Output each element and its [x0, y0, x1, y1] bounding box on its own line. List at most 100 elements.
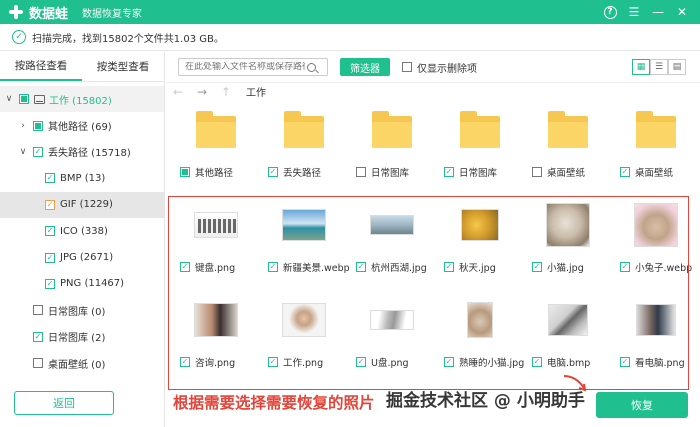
chevron-down-icon[interactable]: ∨: [18, 147, 28, 157]
detail-view-icon[interactable]: ▤: [668, 59, 686, 75]
file-item[interactable]: ✓ 小猫.jpg: [524, 195, 612, 277]
tab-by-path[interactable]: 按路径查看: [0, 52, 82, 81]
file-thumbnail: [612, 100, 700, 160]
file-checkbox[interactable]: ✓: [180, 357, 190, 367]
help-button[interactable]: ?: [598, 0, 622, 24]
back-arrow-icon[interactable]: ←: [166, 85, 190, 99]
file-name: 秋天.jpg: [459, 263, 496, 274]
file-item[interactable]: ✓ 电脑.bmp: [524, 290, 612, 372]
file-checkbox[interactable]: ✓: [620, 167, 630, 177]
file-checkbox[interactable]: [356, 167, 366, 177]
tree-item[interactable]: 日常图库 (0): [0, 297, 164, 323]
file-item[interactable]: 桌面壁纸: [524, 100, 612, 182]
file-item[interactable]: ✓ 新疆美景.webp: [260, 195, 350, 277]
search-input[interactable]: [179, 62, 305, 72]
tree-item[interactable]: ✓ 日常图库 (2): [0, 324, 164, 350]
file-item[interactable]: ✓ 秋天.jpg: [436, 195, 524, 277]
folder-icon: [196, 111, 236, 148]
file-item[interactable]: ✓ 看电脑.png: [612, 290, 700, 372]
tree-checkbox[interactable]: [33, 305, 43, 316]
file-name: 丢失路径: [283, 168, 322, 179]
tree-checkbox[interactable]: [33, 120, 43, 131]
file-item[interactable]: ✓ U盘.png: [348, 290, 436, 372]
file-checkbox[interactable]: ✓: [180, 262, 190, 272]
grid-view-icon[interactable]: ▦: [632, 59, 650, 75]
tree-checkbox[interactable]: ✓: [45, 173, 55, 184]
filter-button[interactable]: 筛选器: [340, 58, 390, 76]
chevron-right-icon[interactable]: ›: [18, 121, 28, 131]
consult-photo-icon: [194, 303, 238, 337]
tree-checkbox[interactable]: ✓: [33, 146, 43, 157]
tree-checkbox[interactable]: [19, 94, 29, 105]
file-item[interactable]: ✓ 丢失路径: [260, 100, 348, 182]
tree-item[interactable]: ✓ BMP (13): [0, 165, 164, 191]
left-panel: 按路径查看 按类型查看 ∨ 工作 (15802) › 其他路径 (69) ∨ ✓ 丢失路径 …: [0, 52, 165, 427]
tree-checkbox[interactable]: ✓: [45, 252, 55, 263]
file-checkbox[interactable]: ✓: [268, 357, 278, 367]
file-name: 电脑.bmp: [547, 358, 591, 369]
file-checkbox[interactable]: ✓: [620, 357, 630, 367]
file-checkbox[interactable]: ✓: [268, 262, 278, 272]
tree-item[interactable]: ∨ ✓ 丢失路径 (15718): [0, 139, 164, 165]
up-arrow-icon[interactable]: ↑: [214, 85, 238, 99]
file-item[interactable]: ✓ 杭州西湖.jpg: [348, 195, 436, 277]
file-checkbox[interactable]: ✓: [356, 262, 366, 272]
file-checkbox[interactable]: ✓: [620, 262, 630, 272]
tree-checkbox[interactable]: ✓: [45, 226, 55, 237]
tree-item[interactable]: › 其他路径 (69): [0, 112, 164, 138]
tree-checkbox[interactable]: ✓: [33, 331, 43, 342]
file-name: 小猫.jpg: [547, 263, 584, 274]
file-name: 新疆美景.webp: [283, 263, 350, 274]
file-name: 日常图库: [459, 168, 498, 179]
tree-item[interactable]: 桌面壁纸 (0): [0, 350, 164, 376]
recover-button[interactable]: 恢复: [596, 392, 688, 418]
file-checkbox[interactable]: [180, 167, 190, 177]
file-checkbox[interactable]: ✓: [444, 357, 454, 367]
file-item[interactable]: ✓ 熟睡的小猫.jpg: [436, 290, 524, 372]
file-label: ✓ U盘.png: [354, 355, 438, 369]
tree-item-label: GIF (1229): [60, 199, 113, 211]
file-item[interactable]: ✓ 咨询.png: [172, 290, 260, 372]
file-checkbox[interactable]: ✓: [444, 167, 454, 177]
list-view-icon[interactable]: ☰: [650, 59, 668, 75]
tree-item[interactable]: ∨ 工作 (15802): [0, 86, 164, 113]
tree-checkbox[interactable]: [33, 358, 43, 369]
breadcrumb-path: 工作: [246, 88, 266, 99]
file-item[interactable]: ✓ 工作.png: [260, 290, 348, 372]
file-item[interactable]: ✓ 日常图库: [436, 100, 524, 182]
only-deleted-checkbox[interactable]: [402, 62, 412, 72]
file-checkbox[interactable]: ✓: [444, 262, 454, 272]
tree-item[interactable]: ✓ ICO (338): [0, 218, 164, 244]
tree-item[interactable]: ✓ PNG (11467): [0, 271, 164, 297]
folder-icon: [548, 111, 588, 148]
file-label: ✓ 丢失路径: [266, 165, 350, 179]
scan-status-text: 扫描完成，找到15802个文件共1.03 GB。: [32, 33, 224, 45]
menu-button[interactable]: ☰: [622, 0, 646, 24]
tree-item[interactable]: ✓ GIF (1229): [0, 191, 164, 218]
back-button[interactable]: 返回: [14, 391, 114, 415]
file-item[interactable]: ✓ 桌面壁纸: [612, 100, 700, 182]
tree-item-label: JPG (2671): [60, 252, 114, 264]
file-checkbox[interactable]: ✓: [532, 262, 542, 272]
tree-item-label: PNG (11467): [60, 278, 125, 290]
minimize-button[interactable]: —: [646, 0, 670, 24]
file-checkbox[interactable]: [532, 167, 542, 177]
tab-by-type[interactable]: 按类型查看: [82, 52, 164, 81]
search-icon[interactable]: [307, 62, 316, 72]
tree-checkbox[interactable]: ✓: [45, 199, 55, 210]
tree-item[interactable]: ✓ JPG (2671): [0, 244, 164, 270]
file-checkbox[interactable]: ✓: [268, 167, 278, 177]
file-checkbox[interactable]: ✓: [532, 357, 542, 367]
tree-checkbox[interactable]: ✓: [45, 278, 55, 289]
file-item[interactable]: ✓ 小兔子.webp: [612, 195, 700, 277]
chevron-down-icon[interactable]: ∨: [4, 94, 14, 104]
close-button[interactable]: ✕: [670, 0, 694, 24]
file-thumbnail: [260, 290, 348, 350]
forward-arrow-icon[interactable]: →: [190, 85, 214, 99]
file-checkbox[interactable]: ✓: [356, 357, 366, 367]
file-item[interactable]: 其他路径: [172, 100, 260, 182]
only-deleted-toggle[interactable]: 仅显示删除项: [402, 60, 477, 75]
file-name: 工作.png: [283, 358, 324, 369]
file-item[interactable]: 日常图库: [348, 100, 436, 182]
file-item[interactable]: ✓ 键盘.png: [172, 195, 260, 277]
